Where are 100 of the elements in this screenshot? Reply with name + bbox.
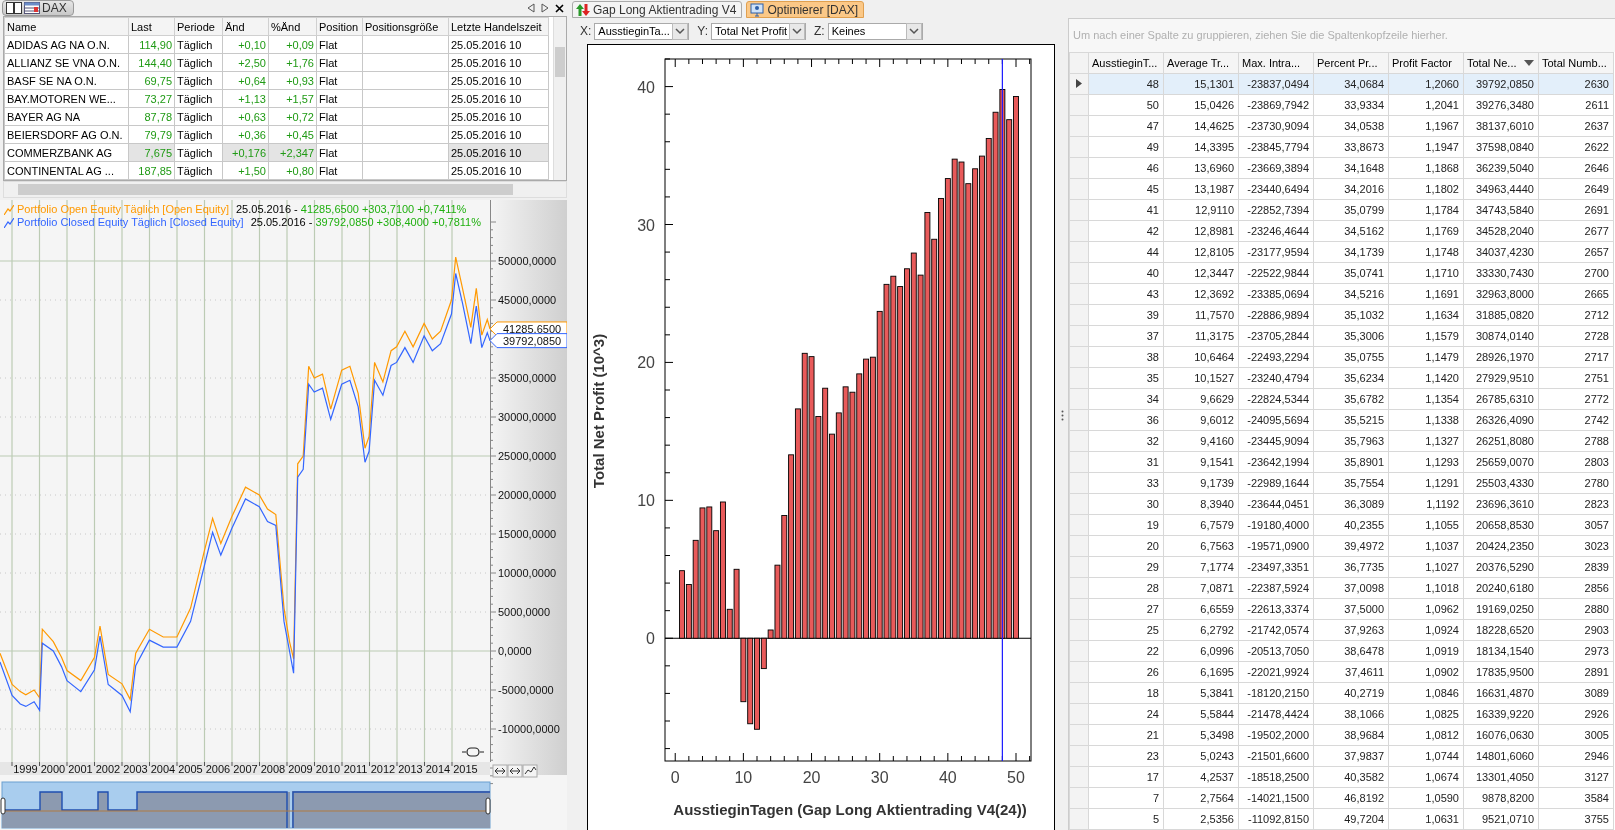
grid-row[interactable]: 27 6,6559 -22613,3374 37,5000 1,0962 19169,0250 2880 — [1069, 598, 1614, 620]
column-header[interactable]: Name — [4, 17, 129, 36]
fit-width-icon[interactable] — [492, 764, 508, 778]
table-cell: 40,3582 — [1313, 766, 1389, 788]
table-cell: 35,0741 — [1313, 262, 1389, 284]
grid-row[interactable]: 45 13,1987 -23440,6494 34,2016 1,1802 34963,4440 2649 — [1069, 178, 1614, 200]
grid-row[interactable]: 30 8,3940 -23644,0451 36,3089 1,1192 23696,3610 2823 — [1069, 493, 1614, 515]
table-cell: BAY.MOTOREN WE... — [4, 89, 129, 108]
grid-row[interactable]: 49 14,3395 -23845,7794 33,8673 1,1947 37598,0840 2622 — [1069, 136, 1614, 158]
table-cell: 12,3692 — [1163, 283, 1239, 305]
axis-dropdown[interactable]: Total Net Profit — [711, 22, 807, 40]
grid-row[interactable]: 48 15,1301 -23837,0494 34,0684 1,2060 39792,0850 2630 — [1069, 73, 1614, 95]
table-cell: 2742 — [1538, 409, 1614, 431]
table-cell: 5,3841 — [1163, 682, 1239, 704]
column-header[interactable]: %Änd — [268, 17, 317, 36]
grid-row[interactable]: 35 10,1527 -23240,4794 35,6234 1,1420 27929,9510 2751 — [1069, 367, 1614, 389]
table-cell: 1,1327 — [1388, 430, 1464, 452]
grid-row[interactable]: 28 7,0871 -22387,5924 37,0098 1,1018 20240,6180 2856 — [1069, 577, 1614, 599]
grid-row[interactable]: 17 4,2537 -18518,2500 40,3582 1,0674 13301,4050 3127 — [1069, 766, 1614, 788]
column-header[interactable]: AusstieginT... — [1088, 52, 1164, 74]
grid-row[interactable]: 19 6,7579 -19180,4000 40,2355 1,1055 20658,8530 3057 — [1069, 514, 1614, 536]
table-cell: 12,9110 — [1163, 199, 1239, 221]
column-header[interactable]: Positionsgröße — [362, 17, 449, 36]
table-cell: 46 — [1088, 157, 1164, 179]
grid-row[interactable]: 7 2,7564 -14021,1500 46,8192 1,0590 9878,8200 3584 — [1069, 787, 1614, 809]
previous-icon[interactable] — [527, 3, 535, 14]
grid-row[interactable]: 33 9,1739 -22989,1644 35,7554 1,1291 25503,4330 2780 — [1069, 472, 1614, 494]
grid-row[interactable]: 38 10,6464 -22493,2294 35,0755 1,1479 28926,1970 2717 — [1069, 346, 1614, 368]
grid-row[interactable]: 21 5,3498 -19502,2000 38,9684 1,0812 16076,0630 3005 — [1069, 724, 1614, 746]
axis-label: 2002 — [95, 763, 121, 775]
column-header[interactable]: Total Numb... — [1538, 52, 1614, 74]
axis-label: 2012 — [370, 763, 396, 775]
table-cell: 40,2719 — [1313, 682, 1389, 704]
column-header[interactable]: Position — [316, 17, 363, 36]
table-cell: 2728 — [1538, 325, 1614, 347]
column-header[interactable]: Percent Pr... — [1313, 52, 1389, 74]
table-cell: 6,2792 — [1163, 619, 1239, 641]
table-cell: 9878,8200 — [1463, 787, 1539, 809]
chain-link-icon[interactable] — [461, 747, 485, 757]
table-cell: 5,5844 — [1163, 703, 1239, 725]
column-header[interactable]: Average Tr... — [1163, 52, 1239, 74]
axis-dropdown[interactable]: AusstieginTa... — [594, 22, 690, 40]
dax-tab[interactable]: DAX — [2, 0, 74, 17]
grid-row[interactable]: 5 2,5356 -11092,8150 49,7204 1,0631 9521,0710 3755 — [1069, 808, 1614, 830]
table-cell: 2803 — [1538, 451, 1614, 473]
grid-row[interactable]: 50 15,0426 -23869,7942 33,9334 1,2041 39276,3480 2611 — [1069, 94, 1614, 116]
table-cell: 2712 — [1538, 304, 1614, 326]
grid-row[interactable]: 32 9,4160 -23445,9094 35,7963 1,1327 26251,8080 2788 — [1069, 430, 1614, 452]
grid-row[interactable]: 43 12,3692 -23385,0694 34,5216 1,1691 32963,8000 2665 — [1069, 283, 1614, 305]
grid-row[interactable]: 34 9,6629 -22824,5344 35,6782 1,1354 26785,6310 2772 — [1069, 388, 1614, 410]
table-cell: 35,7963 — [1313, 430, 1389, 452]
column-header[interactable]: Last — [128, 17, 175, 36]
grid-row[interactable]: 20 6,7563 -19571,0900 39,4972 1,1037 20424,2350 3023 — [1069, 535, 1614, 557]
grid-row[interactable]: 26 6,1695 -22021,9924 37,4611 1,0902 17835,9500 2891 — [1069, 661, 1614, 683]
table-cell: -21501,6600 — [1238, 745, 1314, 767]
vertical-scrollbar[interactable] — [553, 17, 566, 181]
grid-row[interactable]: 25 6,2792 -21742,0574 37,9263 1,0924 18228,6520 2903 — [1069, 619, 1614, 641]
close-icon[interactable] — [555, 3, 564, 13]
grid-row[interactable]: 24 5,5844 -21478,4424 38,1066 1,0825 16339,9220 2926 — [1069, 703, 1614, 725]
table-cell: 38,1066 — [1313, 703, 1389, 725]
grid-row[interactable]: 31 9,1541 -23642,1994 35,8901 1,1293 25659,0070 2803 — [1069, 451, 1614, 473]
grid-row[interactable]: 40 12,3447 -22522,9844 35,0741 1,1710 33330,7430 2700 — [1069, 262, 1614, 284]
grid-row[interactable]: 39 11,7570 -22886,9894 35,1032 1,1634 31885,0820 2712 — [1069, 304, 1614, 326]
grid-row[interactable]: 18 5,3841 -18120,2150 40,2719 1,0846 16631,4870 3089 — [1069, 682, 1614, 704]
tab[interactable]: Gap Long Aktientrading V4 — [572, 1, 743, 18]
grid-row[interactable]: 47 14,4625 -23730,9094 34,0538 1,1967 38137,6010 2637 — [1069, 115, 1614, 137]
table-cell: Täglich — [174, 107, 223, 126]
column-header[interactable]: Total Ne... — [1463, 52, 1539, 74]
axis-title: AusstieginTagen (Gap Long Aktientrading V4(24)) — [673, 801, 1027, 818]
table-cell: Flat — [316, 125, 363, 144]
column-header[interactable]: Max. Intra... — [1238, 52, 1314, 74]
tab[interactable]: Optimierer [DAX] — [746, 1, 865, 18]
table-cell: +0,10 — [222, 35, 269, 54]
grid-row[interactable]: 29 7,1774 -23497,3351 36,7735 1,1027 20376,5290 2839 — [1069, 556, 1614, 578]
axis-dropdown[interactable]: Keines — [827, 22, 923, 40]
table-cell: 38,9684 — [1313, 724, 1389, 746]
grid-row[interactable]: 41 12,9110 -22852,7394 35,0799 1,1784 34743,5840 2691 — [1069, 199, 1614, 221]
navigator-drawing[interactable] — [0, 781, 491, 829]
line-chart-icon[interactable] — [522, 764, 538, 778]
grid-row[interactable]: 23 5,0243 -21501,6600 37,9837 1,0744 14801,6060 2946 — [1069, 745, 1614, 767]
table-cell: 40,2355 — [1313, 514, 1389, 536]
grid-row[interactable]: 42 12,8981 -23246,4644 34,5162 1,1769 34528,2040 2677 — [1069, 220, 1614, 242]
column-header[interactable]: Profit Factor — [1388, 52, 1464, 74]
table-cell: +1,76 — [268, 53, 317, 72]
axis-label: 40 — [637, 78, 655, 96]
splitter-handle-icon[interactable] — [1061, 409, 1064, 421]
scroll-icon[interactable] — [507, 764, 523, 778]
grid-row[interactable]: 46 13,6960 -23669,3894 34,1648 1,1868 36239,5040 2646 — [1069, 157, 1614, 179]
column-header[interactable]: Letzte Handelszeit — [448, 17, 549, 36]
horizontal-scrollbar[interactable] — [3, 181, 567, 198]
table-cell: 36,3089 — [1313, 493, 1389, 515]
table-cell: 1,1338 — [1388, 409, 1464, 431]
grid-row[interactable]: 37 11,3175 -23705,2844 35,3006 1,1579 30874,0140 2728 — [1069, 325, 1614, 347]
column-header[interactable]: Periode — [174, 17, 223, 36]
grid-row[interactable]: 44 12,8105 -23177,9594 34,1739 1,1748 34037,4230 2657 — [1069, 241, 1614, 263]
grid-row[interactable]: 36 9,6012 -24095,5694 35,5215 1,1338 26326,4090 2742 — [1069, 409, 1614, 431]
table-cell: 1,0846 — [1388, 682, 1464, 704]
next-icon[interactable] — [541, 3, 549, 14]
column-header[interactable]: Änd — [222, 17, 269, 36]
grid-row[interactable]: 22 6,0996 -20513,7050 38,6478 1,0919 18134,1540 2973 — [1069, 640, 1614, 662]
